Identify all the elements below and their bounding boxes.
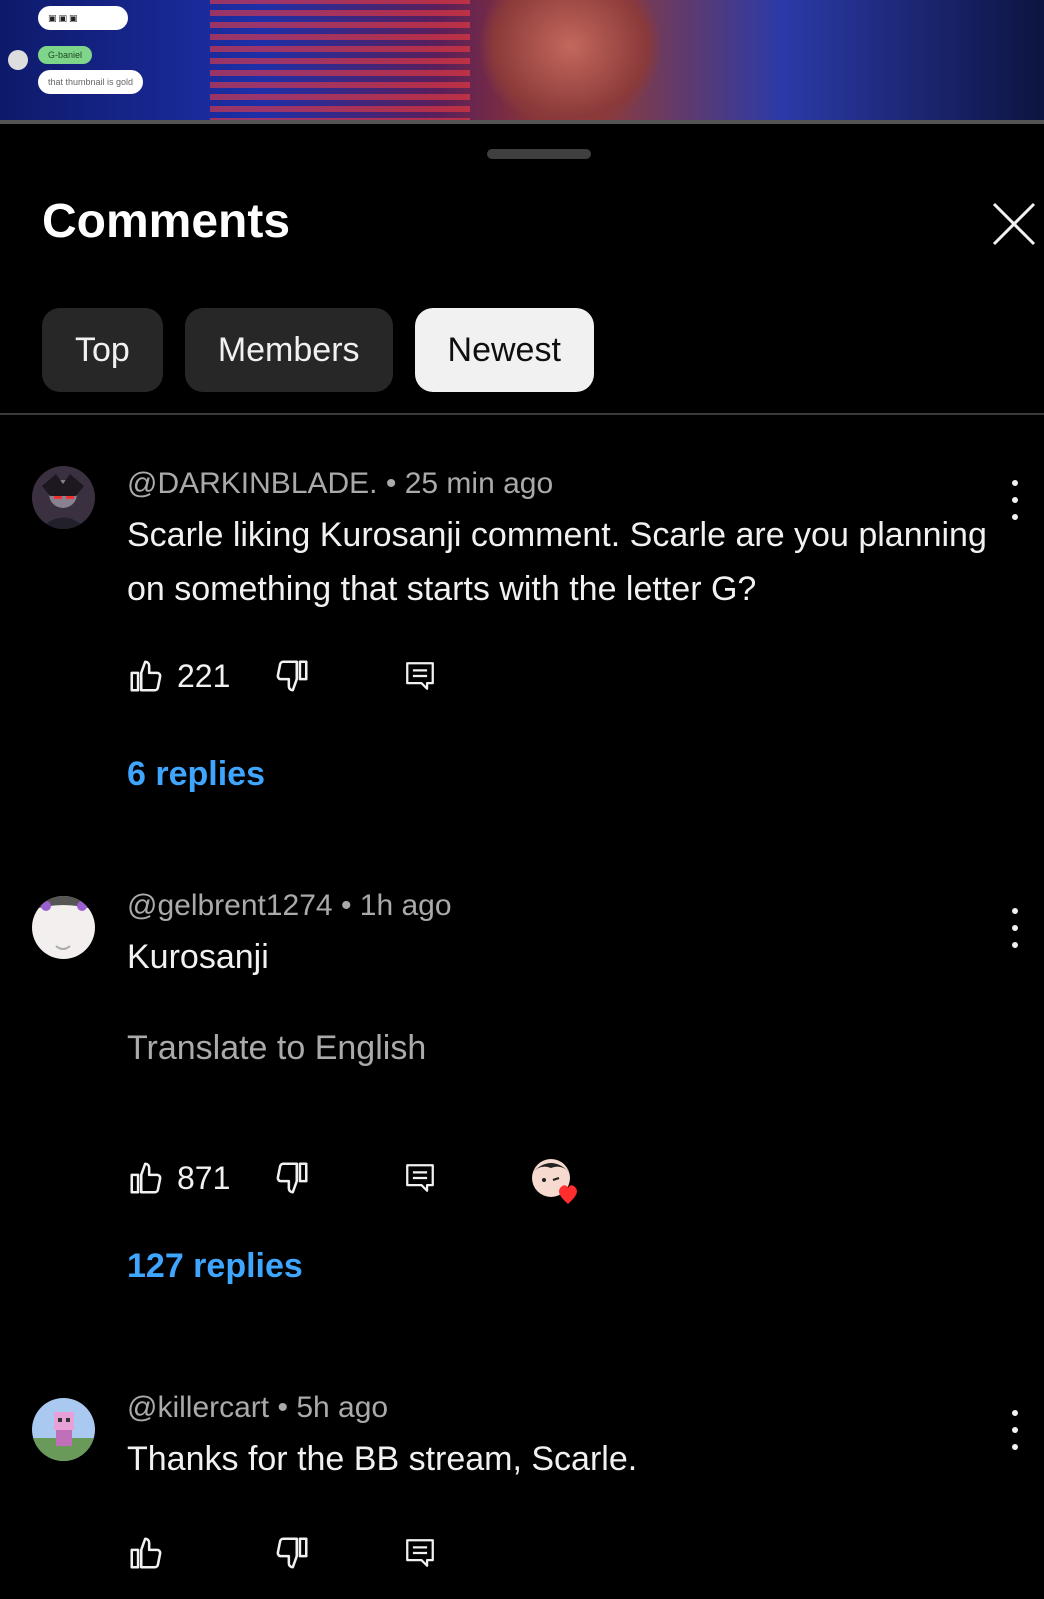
divider xyxy=(0,413,1044,415)
comment-meta: @DARKINBLADE. • 25 min ago xyxy=(127,467,553,501)
meta-separator: • xyxy=(340,889,360,922)
reply-icon xyxy=(406,1164,434,1192)
chip-members[interactable]: Members xyxy=(184,308,393,392)
chat-avatar xyxy=(8,50,28,70)
comment-meta: @gelbrent1274 • 1h ago xyxy=(127,889,452,923)
reply-icon xyxy=(406,662,434,690)
sort-chips: Top Members Newest xyxy=(42,308,594,392)
page-title: Comments xyxy=(42,195,291,248)
view-replies-link[interactable]: 127 replies xyxy=(127,1247,303,1286)
comment-text: Thanks for the BB stream, Scarle. xyxy=(127,1440,638,1478)
creator-heart-icon xyxy=(531,1156,577,1204)
like-button[interactable]: 221 xyxy=(127,654,230,698)
translate-link[interactable]: Translate to English xyxy=(127,1029,426,1068)
thumbs-up-icon xyxy=(130,1537,162,1569)
comment-text: Scarle liking Kurosanji comment. Scarle … xyxy=(127,516,987,608)
more-options-icon[interactable] xyxy=(1003,908,1027,948)
dislike-button[interactable] xyxy=(273,1156,311,1200)
like-button[interactable]: 871 xyxy=(127,1156,230,1200)
chat-bubble-message: that thumbnail is gold xyxy=(38,70,144,94)
like-count: 221 xyxy=(177,657,231,694)
chip-newest[interactable]: Newest xyxy=(414,308,594,392)
like-button[interactable] xyxy=(127,1531,165,1575)
more-options-icon[interactable] xyxy=(1003,480,1027,520)
video-progress-bar[interactable] xyxy=(0,120,1044,124)
reply-button[interactable] xyxy=(403,1531,437,1575)
avatar[interactable] xyxy=(32,466,95,529)
thumbs-down-icon xyxy=(276,1537,308,1569)
comment-author[interactable]: @DARKINBLADE. xyxy=(127,467,378,500)
chat-bubble-emotes: ▣▣▣ xyxy=(38,6,128,30)
meta-separator: • xyxy=(277,1391,297,1424)
reply-button[interactable] xyxy=(403,1156,437,1200)
close-icon[interactable] xyxy=(990,200,1038,248)
avatar[interactable] xyxy=(32,896,95,959)
video-figure xyxy=(480,0,660,124)
comment-author[interactable]: @gelbrent1274 xyxy=(127,889,333,922)
comment-text: Kurosanji xyxy=(127,938,269,976)
video-player[interactable]: ▣▣▣ G-baniel that thumbnail is gold xyxy=(0,0,1044,124)
thumbs-up-icon xyxy=(130,660,162,692)
avatar[interactable] xyxy=(32,1398,95,1461)
like-count: 871 xyxy=(177,1159,231,1196)
comment-author[interactable]: @killercart xyxy=(127,1391,269,1424)
comment-meta: @killercart • 5h ago xyxy=(127,1391,388,1425)
chat-bubble-name: G-baniel xyxy=(38,46,93,64)
thumbs-down-icon xyxy=(276,1162,308,1194)
meta-separator: • xyxy=(385,467,405,500)
comment-time: 5h ago xyxy=(296,1391,389,1424)
more-options-icon[interactable] xyxy=(1003,1410,1027,1450)
dislike-button[interactable] xyxy=(273,1531,311,1575)
thumbs-down-icon xyxy=(276,660,308,692)
comment-time: 25 min ago xyxy=(404,467,554,500)
dislike-button[interactable] xyxy=(273,654,311,698)
comment-time: 1h ago xyxy=(359,889,452,922)
reply-icon xyxy=(406,1539,434,1567)
view-replies-link[interactable]: 6 replies xyxy=(127,755,265,794)
reply-button[interactable] xyxy=(403,654,437,698)
chip-top[interactable]: Top xyxy=(42,308,163,392)
thumbs-up-icon xyxy=(130,1162,162,1194)
drag-handle[interactable] xyxy=(487,149,591,159)
video-background-stripes xyxy=(210,0,470,124)
